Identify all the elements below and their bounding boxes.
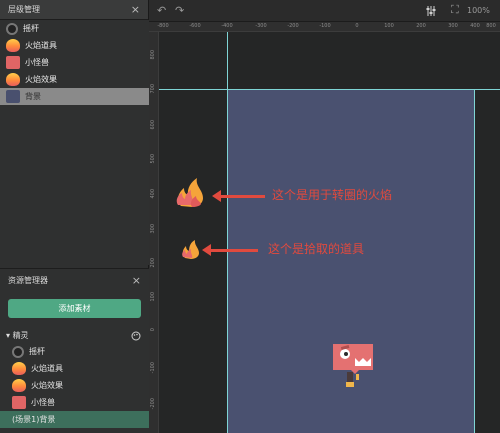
fire-effect-sprite[interactable] — [175, 174, 209, 208]
ruler-tick: 400 — [150, 189, 156, 199]
vertical-ruler: 800 700 600 500 400 300 200 100 0 -100 -… — [149, 32, 159, 433]
joystick-icon — [6, 22, 18, 35]
ruler-tick: 400 — [470, 23, 480, 29]
editor-toolbar: ↶ ↷ ⛶ 100% — [149, 0, 500, 22]
ruler-tick: 700 — [150, 84, 156, 94]
guide-line-vertical — [227, 32, 228, 90]
ruler-tick: 200 — [150, 258, 156, 268]
resource-item-fire-effect[interactable]: 火焰效果 — [0, 377, 149, 394]
undo-icon[interactable]: ↶ — [157, 4, 166, 17]
resource-panel-header: 资源管理器 × — [0, 269, 149, 291]
layers-panel-header: 层级管理 × — [0, 0, 148, 20]
fire-icon — [6, 73, 20, 86]
resource-panel: 资源管理器 × 添加素材 ▾ 精灵 摇杆 火焰道具 火焰效果 小怪兽 (场景1)… — [0, 268, 149, 433]
layer-item-label: 背景 — [25, 92, 41, 101]
horizontal-ruler: -800 -600 -400 -300 -200 -100 0 100 200 … — [149, 22, 500, 32]
redo-icon[interactable]: ↷ — [175, 4, 184, 17]
fire-icon — [12, 362, 26, 375]
ruler-tick: 0 — [150, 328, 156, 332]
layer-item-label: 火焰道具 — [25, 41, 57, 50]
resource-panel-title: 资源管理器 — [8, 275, 48, 285]
ruler-tick: -800 — [157, 23, 169, 29]
ruler-tick: 300 — [448, 23, 458, 29]
ruler-tick: -200 — [287, 23, 299, 29]
fire-prop-sprite[interactable] — [181, 237, 201, 259]
annotation-arrow — [202, 244, 258, 256]
resource-item-label: 小怪兽 — [31, 398, 55, 407]
ruler-tick: 500 — [150, 154, 156, 164]
monster-sprite[interactable] — [329, 340, 377, 390]
ruler-tick: 800 — [150, 50, 156, 60]
layer-item-label: 小怪兽 — [25, 58, 49, 67]
resource-item-label: 火焰效果 — [31, 381, 63, 390]
close-icon[interactable]: × — [131, 4, 140, 15]
ruler-tick: -100 — [150, 362, 156, 374]
resource-item-label: 摇杆 — [29, 347, 45, 356]
ruler-tick: 200 — [416, 23, 426, 29]
layer-item-monster[interactable]: 小怪兽 — [0, 54, 149, 71]
ruler-tick: 0 — [355, 23, 359, 29]
resource-item-fire-prop[interactable]: 火焰道具 — [0, 360, 149, 377]
fire-icon — [12, 379, 26, 392]
editor-canvas[interactable]: -800 -600 -400 -300 -200 -100 0 100 200 … — [149, 22, 500, 433]
ruler-tick: 300 — [150, 224, 156, 234]
ruler-tick: 100 — [150, 292, 156, 302]
layer-item-joystick[interactable]: 摇杆 — [0, 20, 149, 37]
guide-line-horizontal — [159, 89, 500, 90]
resource-item-joystick[interactable]: 摇杆 — [0, 343, 149, 360]
resource-item-label: 火焰道具 — [31, 364, 63, 373]
palette-icon[interactable] — [131, 331, 141, 341]
background-icon — [6, 90, 20, 103]
joystick-icon — [12, 345, 24, 358]
resource-item-background[interactable]: (场景1)背景 — [0, 411, 149, 428]
layer-item-fire-effect[interactable]: 火焰效果 — [0, 71, 149, 88]
ruler-tick: -600 — [189, 23, 201, 29]
monster-icon — [6, 56, 20, 69]
close-icon[interactable]: × — [132, 275, 141, 286]
layer-item-label: 摇杆 — [23, 24, 39, 33]
ruler-tick: -300 — [255, 23, 267, 29]
ruler-tick: 600 — [150, 120, 156, 130]
settings-sliders-icon[interactable] — [425, 5, 437, 17]
zoom-level[interactable]: 100% — [467, 6, 490, 15]
layer-list: 摇杆 火焰道具 小怪兽 火焰效果 背景 — [0, 20, 149, 265]
resource-item-label: (场景1)背景 — [12, 415, 56, 424]
resource-item-monster[interactable]: 小怪兽 — [0, 394, 149, 411]
ruler-tick: -400 — [221, 23, 233, 29]
section-label: 精灵 — [12, 331, 29, 340]
annotation-fire-effect: 这个是用于转圈的火焰 — [272, 188, 393, 202]
layer-item-label: 火焰效果 — [25, 75, 57, 84]
fire-icon — [6, 39, 20, 52]
ruler-tick: 100 — [384, 23, 394, 29]
annotation-fire-prop: 这个是拾取的道具 — [268, 242, 365, 256]
sprite-section-header[interactable]: ▾ 精灵 — [0, 328, 149, 343]
fit-screen-icon[interactable]: ⛶ — [451, 3, 459, 17]
ruler-tick: 800 — [486, 23, 496, 29]
layers-panel-title: 层级管理 — [8, 5, 40, 14]
annotation-arrow — [212, 190, 265, 202]
left-sidebar: 层级管理 × 摇杆 火焰道具 小怪兽 火焰效果 背景 资源管理器 × 添加素材 — [0, 0, 149, 433]
layer-item-fire-prop[interactable]: 火焰道具 — [0, 37, 149, 54]
add-asset-button[interactable]: 添加素材 — [8, 299, 141, 318]
monster-icon — [12, 396, 26, 409]
ruler-tick: -100 — [319, 23, 331, 29]
layer-item-background[interactable]: 背景 — [0, 88, 149, 105]
ruler-tick: -200 — [150, 398, 156, 410]
